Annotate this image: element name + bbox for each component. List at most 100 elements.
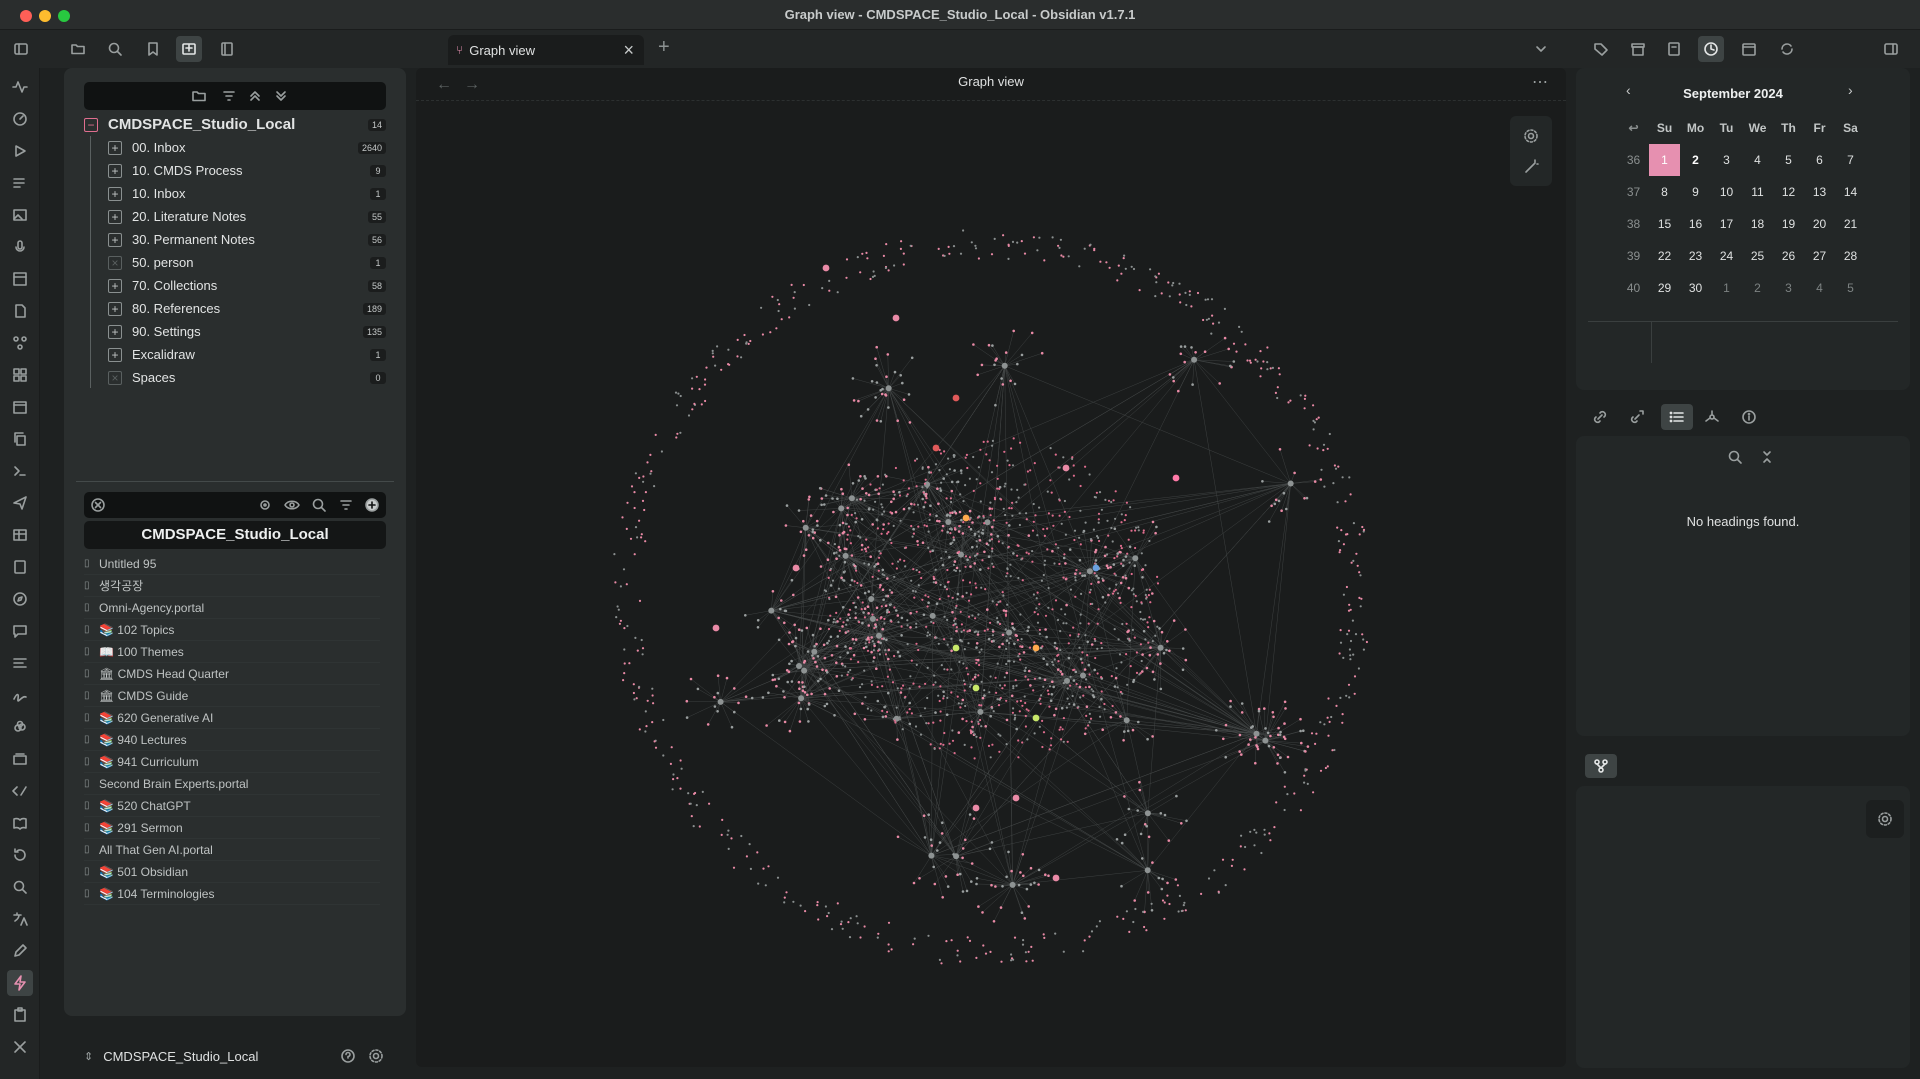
layout-icon[interactable] — [7, 266, 33, 292]
calendar-day[interactable]: 14 — [1835, 176, 1866, 208]
expand-icon[interactable]: + — [108, 324, 122, 339]
right-sidebar-toggle-icon[interactable] — [1878, 36, 1904, 62]
mic-icon[interactable] — [7, 234, 33, 260]
calendar-day[interactable]: 16 — [1680, 208, 1711, 240]
tab-graph-view[interactable]: ⑂ Graph view × — [448, 35, 644, 65]
calendar-day[interactable]: 17 — [1711, 208, 1742, 240]
empty-folder-icon[interactable]: × — [108, 255, 122, 270]
eye-icon[interactable] — [279, 492, 305, 518]
local-graph-icon[interactable] — [1699, 404, 1725, 430]
calendar-day[interactable]: 4 — [1804, 272, 1835, 304]
template-icon[interactable] — [1661, 36, 1687, 62]
new-folder-icon[interactable] — [186, 83, 212, 109]
tab-close-button[interactable]: × — [623, 40, 634, 61]
space-list-item[interactable]: ▯ 📚 501 Obsidian — [84, 861, 380, 883]
calendar-day[interactable]: 1 — [1711, 272, 1742, 304]
open-book-icon[interactable] — [7, 810, 33, 836]
space-list-item[interactable]: ▯ 📚 102 Topics — [84, 619, 380, 641]
calendar-day[interactable]: 9 — [1680, 176, 1711, 208]
expand-icon[interactable]: + — [108, 186, 122, 201]
spaces-icon[interactable] — [176, 36, 202, 62]
calendar-day[interactable]: 13 — [1804, 176, 1835, 208]
calendar-icon[interactable] — [1736, 36, 1762, 62]
calendar-day[interactable]: 15 — [1649, 208, 1680, 240]
tree-folder-item[interactable]: +80. References 189 — [84, 297, 386, 320]
translate-icon[interactable] — [7, 906, 33, 932]
graph-settings-icon[interactable] — [1518, 123, 1544, 149]
space-list-item[interactable]: ▯ 🏛 CMDS Guide — [84, 685, 380, 707]
calendar-day[interactable]: 29 — [1649, 272, 1680, 304]
space-list-item[interactable]: ▯ 📖 100 Themes — [84, 641, 380, 663]
calendar-day[interactable]: 20 — [1804, 208, 1835, 240]
local-graph-settings-icon[interactable] — [1866, 800, 1904, 838]
space-list-item[interactable]: ▯ 📚 620 Generative AI — [84, 707, 380, 729]
prev-month-icon[interactable]: ‹ — [1626, 82, 1631, 98]
close-circle-icon[interactable] — [85, 492, 111, 518]
sidebar-toggle-icon[interactable] — [8, 36, 34, 62]
calendar-day[interactable]: 24 — [1711, 240, 1742, 272]
send-icon[interactable] — [7, 490, 33, 516]
outline-icon[interactable] — [1661, 404, 1693, 430]
calendar-day[interactable]: 2 — [1680, 144, 1711, 176]
clipboard-icon[interactable] — [7, 1002, 33, 1028]
search-icon[interactable] — [1722, 444, 1748, 470]
sort-icon[interactable] — [216, 83, 242, 109]
calendar-day[interactable]: 19 — [1773, 208, 1804, 240]
space-list-item[interactable]: ▯ All That Gen AI.portal — [84, 839, 380, 861]
calendar-day[interactable]: 21 — [1835, 208, 1866, 240]
space-list-item[interactable]: ▯ 📚 941 Curriculum — [84, 751, 380, 773]
empty-folder-icon[interactable]: × — [108, 370, 122, 385]
tree-folder-item[interactable]: +10. CMDS Process 9 — [84, 159, 386, 182]
vault-switcher[interactable]: ⇕ CMDSPACE_Studio_Local — [84, 1045, 386, 1067]
collapse-icon[interactable]: − — [84, 117, 98, 132]
more-options-icon[interactable]: ⋯ — [1532, 72, 1548, 92]
backlinks-icon[interactable] — [1587, 404, 1613, 430]
pen-icon[interactable] — [7, 938, 33, 964]
tree-root-folder[interactable]: − CMDSPACE_Studio_Local 14 — [84, 113, 386, 136]
gauge-icon[interactable] — [7, 106, 33, 132]
next-month-icon[interactable]: › — [1848, 82, 1853, 98]
compass-icon[interactable] — [7, 586, 33, 612]
filter-icon[interactable] — [333, 492, 359, 518]
cloud-icon[interactable] — [7, 714, 33, 740]
help-icon[interactable] — [338, 1046, 358, 1066]
tag-icon[interactable] — [1588, 36, 1614, 62]
tree-folder-item[interactable]: +30. Permanent Notes 56 — [84, 228, 386, 251]
info-icon[interactable] — [1736, 404, 1762, 430]
expand-icon[interactable]: + — [108, 301, 122, 316]
signature-icon[interactable] — [7, 682, 33, 708]
history-icon[interactable] — [7, 842, 33, 868]
chevrons-up-icon[interactable] — [242, 83, 268, 109]
space-list-item[interactable]: ▯ 📚 520 ChatGPT — [84, 795, 380, 817]
calendar-day[interactable]: 5 — [1773, 144, 1804, 176]
tablet-icon[interactable] — [7, 554, 33, 580]
tree-folder-item[interactable]: × 50. person 1 — [84, 251, 386, 274]
graph-icon[interactable] — [7, 330, 33, 356]
chat-icon[interactable] — [7, 618, 33, 644]
calendar-day[interactable]: 30 — [1680, 272, 1711, 304]
calendar-day[interactable]: 22 — [1649, 240, 1680, 272]
space-title[interactable]: CMDSPACE_Studio_Local — [84, 521, 386, 549]
activity-icon[interactable] — [7, 74, 33, 100]
space-list-item[interactable]: ▯ Untitled 95 — [84, 553, 380, 575]
calendar-day[interactable]: 25 — [1742, 240, 1773, 272]
terminal-icon[interactable] — [7, 458, 33, 484]
space-list-item[interactable]: ▯ 📚 104 Terminologies — [84, 883, 380, 905]
sync-icon[interactable] — [1774, 36, 1800, 62]
tree-folder-item[interactable]: +20. Literature Notes 55 — [84, 205, 386, 228]
calendar-icon[interactable] — [7, 394, 33, 420]
magic-wand-icon[interactable] — [1518, 154, 1544, 180]
zoom-window-button[interactable] — [58, 10, 70, 22]
tree-folder-item[interactable]: +70. Collections 58 — [84, 274, 386, 297]
space-list-item[interactable]: ▯ Second Brain Experts.portal — [84, 773, 380, 795]
expand-icon[interactable]: + — [108, 232, 122, 247]
bookmark-icon[interactable] — [140, 36, 166, 62]
locate-icon[interactable] — [252, 492, 278, 518]
grid-icon[interactable] — [7, 362, 33, 388]
graph-canvas[interactable] — [416, 68, 1566, 1067]
graph-tab-icon[interactable] — [1585, 754, 1617, 778]
table-icon[interactable] — [7, 522, 33, 548]
minimize-window-button[interactable] — [39, 10, 51, 22]
play-icon[interactable] — [7, 138, 33, 164]
expand-icon[interactable]: + — [108, 278, 122, 293]
